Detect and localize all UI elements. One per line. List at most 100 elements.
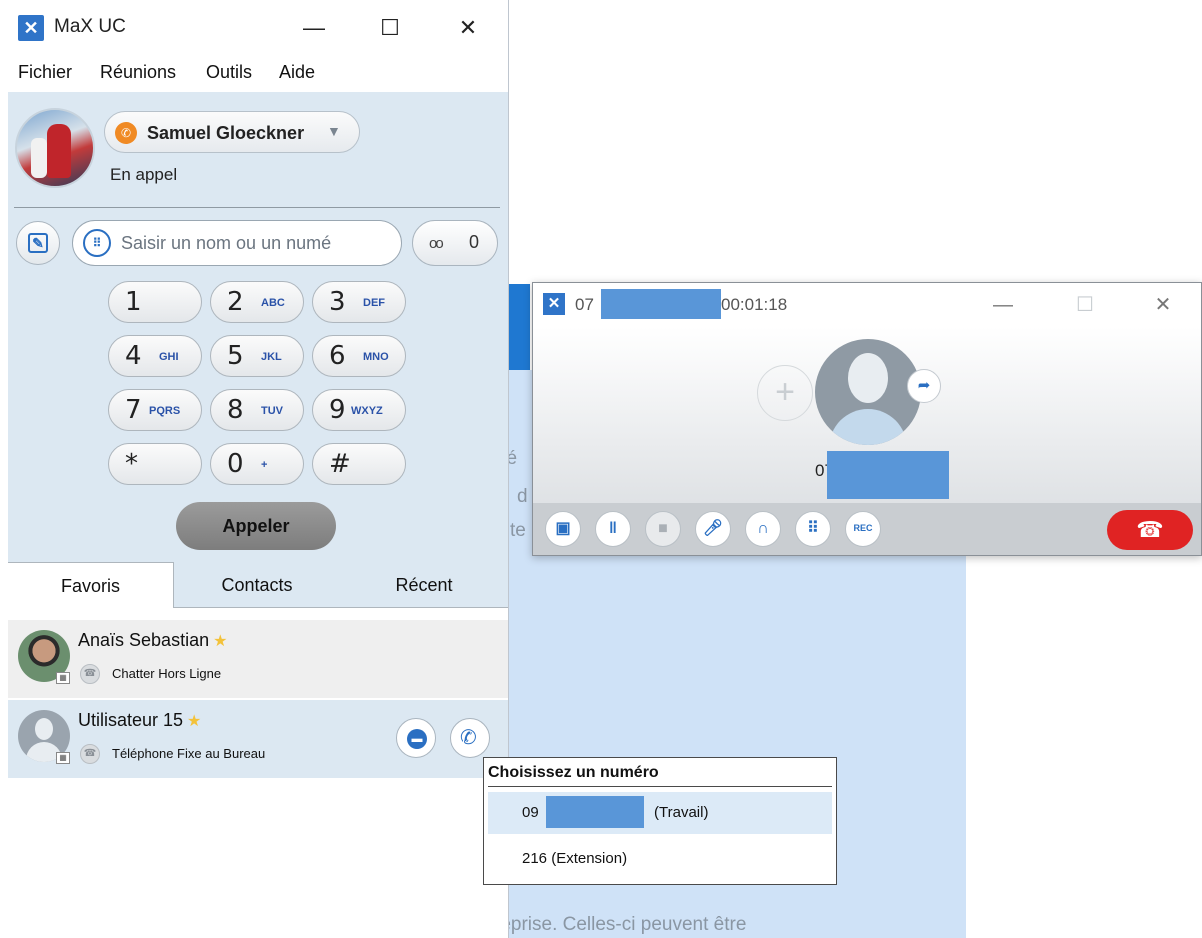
video-camera-icon: ■ [658,520,668,537]
key-hash[interactable]: # [312,443,406,485]
call-contact-button[interactable]: ✆ [450,718,490,758]
record-button[interactable]: REC [845,511,881,547]
number-picker-title: Choisissez un numéro [488,764,832,787]
on-call-status-icon: ✆ [115,122,137,144]
call-number-prefix: 07 [575,295,594,314]
menu-fichier[interactable]: Fichier [18,62,72,83]
redacted-number [601,289,721,319]
record-icon: REC [853,523,873,533]
number-picker-menu: Choisissez un numéro 09 (Travail) 216 (E… [483,757,837,885]
mute-button[interactable]: 🎤︎ [695,511,731,547]
maxuc-window: ✕ MaX UC — ☐ ✕ Fichier Réunions Outils A… [0,0,509,938]
menu-bar [0,56,508,92]
desk-phone-badge-icon: ▦ [56,752,70,764]
call-timer: 00:01:18 [721,295,788,314]
search-input[interactable] [121,231,391,255]
call-window: ✕ 07 00:01:18 — ☐ ✕ + ➦ 07 ▣ ‖ ■ 🎤︎ ∩ ⠿ … [532,282,1202,556]
contact-card-icon: ▣ [555,520,571,537]
compose-button[interactable]: ✎ [16,221,60,265]
divider [14,207,500,208]
microphone-icon: 🎤︎ [702,520,724,537]
extension-label: 216 (Extension) [522,850,628,867]
menu-item-extension[interactable]: 216 (Extension) [488,838,832,880]
key-5[interactable]: 5 JKL [210,335,304,377]
maxuc-logo-icon: ✕ [543,293,565,315]
voicemail-icon: oo [429,235,444,252]
minimize-button[interactable]: — [294,8,334,48]
tab-contacts[interactable]: Contacts [174,562,340,608]
search-box[interactable]: ⠿ [72,220,402,266]
transfer-icon[interactable]: ➦ [907,369,941,403]
background-blue-strip [508,284,530,370]
pause-icon: ‖ [609,520,617,537]
key-4[interactable]: 4 GHI [108,335,202,377]
background-text-fragment: reprise. Celles-ci peuvent être [494,914,747,935]
phone-status-icon: ☎ [80,744,100,764]
call-maximize-button[interactable]: ☐ [1067,291,1103,319]
contact-name: Anaïs Sebastian [78,630,210,650]
list-item[interactable]: ▦ Anaïs Sebastian ★ ☎ Chatter Hors Ligne [8,620,508,698]
close-button[interactable]: ✕ [448,8,488,48]
callee-avatar [815,339,921,445]
user-name: Samuel Gloeckner [147,123,305,143]
menu-reunions[interactable]: Réunions [100,62,176,83]
app-title: MaX UC [54,16,126,37]
call-close-button[interactable]: ✕ [1145,291,1181,319]
call-button[interactable]: Appeler [176,502,336,550]
menu-aide[interactable]: Aide [279,62,315,83]
key-3[interactable]: 3 DEF [312,281,406,323]
presence-status-text: En appel [110,165,178,184]
contact-card-button[interactable]: ▣ [545,511,581,547]
hangup-button[interactable]: ☎ [1107,510,1193,550]
chat-icon: ▬ [407,729,427,749]
voicemail-count: 0 [469,232,480,252]
key-2[interactable]: 2 ABC [210,281,304,323]
key-0[interactable]: 0 + [210,443,304,485]
chat-button[interactable]: ▬ [396,718,436,758]
work-number-prefix: 09 [522,804,539,821]
list-item[interactable]: ▦ Utilisateur 15 ★ ☎ Téléphone Fixe au Bu… [8,700,508,778]
title-bar: ✕ MaX UC — ☐ ✕ [0,0,508,56]
chevron-down-icon: ▼ [327,123,341,139]
redacted-callee-number [827,451,949,499]
dialpad-button[interactable]: ⠿ [795,511,831,547]
hangup-icon: ☎ [1136,517,1164,542]
key-9[interactable]: 9 WXYZ [312,389,406,431]
redacted-number [546,796,644,828]
key-1[interactable]: 1 [108,281,202,323]
menu-item-work-number[interactable]: 09 (Travail) [488,792,832,834]
keypad-icon[interactable]: ⠿ [83,229,111,257]
background-text-fragment: te [510,520,526,541]
tab-recent[interactable]: Récent [340,562,508,608]
call-controls-bar: ▣ ‖ ■ 🎤︎ ∩ ⠿ REC ☎ [533,503,1201,555]
star-icon: ★ [213,633,228,650]
maxuc-logo-icon: ✕ [18,15,44,41]
presence-selector[interactable]: ✆ Samuel Gloeckner ▼ [104,111,360,153]
star-icon: ★ [187,713,202,730]
voicemail-button[interactable]: oo 0 [412,220,498,266]
contact-status: Téléphone Fixe au Bureau [112,746,266,761]
hold-button[interactable]: ‖ [595,511,631,547]
add-participant-button[interactable]: + [757,365,813,421]
call-minimize-button[interactable]: — [985,291,1021,319]
menu-outils[interactable]: Outils [206,62,252,83]
headset-button[interactable]: ∩ [745,511,781,547]
compose-icon: ✎ [28,233,48,253]
video-button[interactable]: ■ [645,511,681,547]
call-window-title-bar: ✕ 07 00:01:18 — ☐ ✕ [533,283,1201,327]
headset-icon: ∩ [757,520,769,537]
key-7[interactable]: 7 PQRS [108,389,202,431]
desk-phone-badge-icon: ▦ [56,672,70,684]
key-6[interactable]: 6 MNO [312,335,406,377]
key-8[interactable]: 8 TUV [210,389,304,431]
dialpad-icon: ⠿ [807,520,819,537]
key-star[interactable]: * [108,443,202,485]
work-number-label: (Travail) [654,804,709,821]
call-window-body: + ➦ 07 [533,327,1201,503]
tab-favoris[interactable]: Favoris [8,562,174,608]
user-avatar[interactable] [15,108,95,188]
background-text-fragment: d [517,486,528,507]
maximize-button[interactable]: ☐ [370,8,410,48]
contact-name: Utilisateur 15 [78,710,184,730]
phone-icon: ✆ [460,727,477,749]
